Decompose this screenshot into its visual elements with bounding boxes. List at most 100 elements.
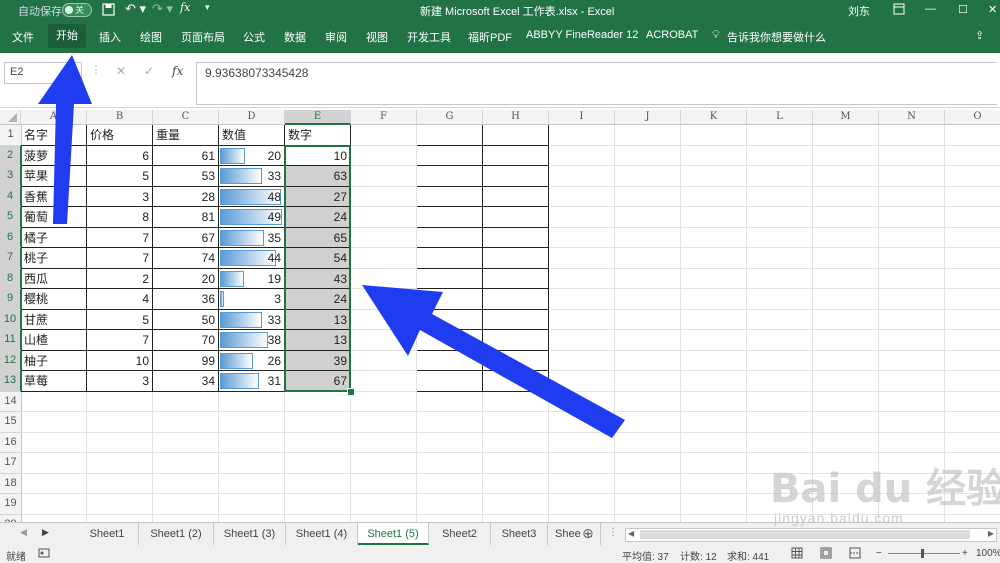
cell-f19[interactable] <box>351 494 417 515</box>
cell-i2[interactable] <box>549 145 615 166</box>
cell-o13[interactable] <box>945 371 1000 392</box>
cell-g11[interactable] <box>417 330 483 351</box>
cell-h14[interactable] <box>483 391 549 412</box>
row-header-2[interactable]: 2 <box>0 145 22 166</box>
cell-c13[interactable]: 34 <box>153 371 219 392</box>
sheet-tab-2[interactable]: Sheet1 (2) <box>139 523 214 545</box>
cell-a1[interactable]: 名字 <box>21 125 87 146</box>
tab-developer[interactable]: 开发工具 <box>407 29 451 45</box>
cell-n11[interactable] <box>879 330 945 351</box>
row-header-1[interactable]: 1 <box>0 125 22 146</box>
cell-f9[interactable] <box>351 289 417 310</box>
cell-a15[interactable] <box>21 412 87 433</box>
cell-n10[interactable] <box>879 309 945 330</box>
cell-b1[interactable]: 价格 <box>87 125 153 146</box>
cell-i9[interactable] <box>549 289 615 310</box>
cell-f16[interactable] <box>351 432 417 453</box>
cell-j19[interactable] <box>615 494 681 515</box>
cell-i5[interactable] <box>549 207 615 228</box>
cell-b17[interactable] <box>87 453 153 474</box>
cell-m10[interactable] <box>813 309 879 330</box>
cell-f4[interactable] <box>351 186 417 207</box>
cell-k16[interactable] <box>681 432 747 453</box>
row-header-8[interactable]: 8 <box>0 268 22 289</box>
cell-m18[interactable] <box>813 473 879 494</box>
cell-d1[interactable]: 数值 <box>219 125 285 146</box>
cell-b9[interactable]: 4 <box>87 289 153 310</box>
column-header-c[interactable]: C <box>153 110 219 125</box>
cell-c9[interactable]: 36 <box>153 289 219 310</box>
cell-g1[interactable] <box>417 125 483 146</box>
cell-c20[interactable] <box>153 514 219 522</box>
cell-b8[interactable]: 2 <box>87 268 153 289</box>
cell-f17[interactable] <box>351 453 417 474</box>
cell-d17[interactable] <box>219 453 285 474</box>
cell-i3[interactable] <box>549 166 615 187</box>
cell-m14[interactable] <box>813 391 879 412</box>
cell-d20[interactable] <box>219 514 285 522</box>
cell-d11[interactable]: 38 <box>219 330 285 351</box>
page-layout-view-icon[interactable] <box>820 547 832 559</box>
cell-g12[interactable] <box>417 350 483 371</box>
cell-j9[interactable] <box>615 289 681 310</box>
cell-o19[interactable] <box>945 494 1000 515</box>
cell-l13[interactable] <box>747 371 813 392</box>
cell-k7[interactable] <box>681 248 747 269</box>
column-header-n[interactable]: N <box>879 110 945 125</box>
cell-h7[interactable] <box>483 248 549 269</box>
cell-f10[interactable] <box>351 309 417 330</box>
cell-n9[interactable] <box>879 289 945 310</box>
add-sheet-button[interactable]: ⊕ <box>582 525 594 542</box>
cell-d2[interactable]: 20 <box>219 145 285 166</box>
cell-c7[interactable]: 74 <box>153 248 219 269</box>
cell-g18[interactable] <box>417 473 483 494</box>
sheet-tab-3[interactable]: Sheet1 (3) <box>214 523 286 545</box>
autosave-toggle[interactable]: 关 <box>62 3 92 17</box>
cell-d3[interactable]: 33 <box>219 166 285 187</box>
row-header-7[interactable]: 7 <box>0 248 22 269</box>
scroll-sheets-right-icon[interactable]: ▶ <box>42 527 49 538</box>
cell-l2[interactable] <box>747 145 813 166</box>
sheet-tab-4[interactable]: Sheet1 (4) <box>286 523 358 545</box>
cell-l7[interactable] <box>747 248 813 269</box>
cell-f15[interactable] <box>351 412 417 433</box>
cell-a13[interactable]: 草莓 <box>21 371 87 392</box>
cell-b6[interactable]: 7 <box>87 227 153 248</box>
cell-l18[interactable] <box>747 473 813 494</box>
cell-f7[interactable] <box>351 248 417 269</box>
cell-j12[interactable] <box>615 350 681 371</box>
cell-f8[interactable] <box>351 268 417 289</box>
cell-o20[interactable] <box>945 515 1000 523</box>
cell-h20[interactable] <box>483 514 549 522</box>
cell-d14[interactable] <box>219 391 285 412</box>
cell-f6[interactable] <box>351 227 417 248</box>
cell-f2[interactable] <box>351 145 417 166</box>
cell-e19[interactable] <box>285 494 351 515</box>
cell-k17[interactable] <box>681 453 747 474</box>
cancel-icon[interactable]: ✕ <box>116 64 126 78</box>
worksheet-grid[interactable]: A B C D E F G H I J K L M N O 1 2 3 4 5 6 7 8 9 10 11 12 13 14 15 16 17… <box>0 110 1000 522</box>
cell-j20[interactable] <box>615 514 681 522</box>
cell-h4[interactable] <box>483 186 549 207</box>
cell-j5[interactable] <box>615 207 681 228</box>
cell-h15[interactable] <box>483 412 549 433</box>
cell-i17[interactable] <box>549 453 615 474</box>
cell-l9[interactable] <box>747 289 813 310</box>
cell-h3[interactable] <box>483 166 549 187</box>
cell-g2[interactable] <box>417 145 483 166</box>
cell-c19[interactable] <box>153 494 219 515</box>
cell-f13[interactable] <box>351 371 417 392</box>
cell-a6[interactable]: 橘子 <box>21 227 87 248</box>
formula-input[interactable]: 9.93638073345428 <box>196 62 997 105</box>
zoom-slider[interactable] <box>888 549 960 558</box>
cell-k3[interactable] <box>681 166 747 187</box>
column-header-k[interactable]: K <box>681 110 747 125</box>
cell-j7[interactable] <box>615 248 681 269</box>
cell-m4[interactable] <box>813 186 879 207</box>
cell-b10[interactable]: 5 <box>87 309 153 330</box>
cell-a14[interactable] <box>21 391 87 412</box>
cell-a7[interactable]: 桃子 <box>21 248 87 269</box>
cell-l14[interactable] <box>747 391 813 412</box>
cell-c4[interactable]: 28 <box>153 186 219 207</box>
cell-h9[interactable] <box>483 289 549 310</box>
